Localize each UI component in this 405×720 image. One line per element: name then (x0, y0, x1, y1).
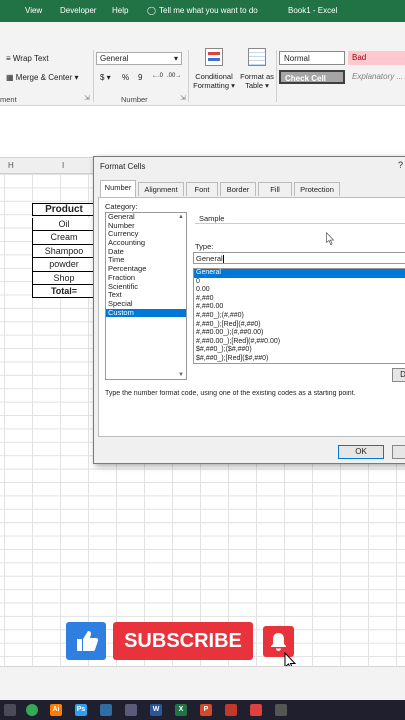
format-as-table-button[interactable]: Format as Table ▾ (238, 46, 276, 92)
alignment-group-label: ment (0, 95, 17, 104)
mouse-cursor-icon (326, 232, 335, 246)
category-label: Category: (105, 202, 138, 211)
list-item[interactable]: #,##0.00 (194, 303, 405, 312)
dialog-title: Format Cells (100, 162, 146, 171)
table-row[interactable]: Oil (32, 218, 96, 232)
photoshop-icon[interactable]: Ps (75, 704, 87, 716)
tab-fill[interactable]: Fill (258, 182, 292, 196)
list-item[interactable]: #,##0.00_);[Red](#,##0.00) (194, 338, 405, 347)
delete-button[interactable]: D (392, 368, 405, 382)
subscribe-button[interactable]: SUBSCRIBE (113, 622, 253, 660)
dialog-launcher-icon[interactable]: ⇲ (84, 94, 90, 102)
ribbon: ≡ Wrap Text ▦ Merge & Center ▾ ment ⇲ Ge… (0, 22, 405, 106)
help-icon[interactable]: ? (398, 160, 403, 170)
list-item[interactable]: #,##0_);(#,##0) (194, 312, 405, 321)
comma-button[interactable]: 9 (138, 73, 142, 82)
app-icon[interactable] (100, 704, 112, 716)
list-item[interactable]: #,##0 (194, 295, 405, 304)
style-normal[interactable]: Normal (279, 51, 345, 65)
table-icon (248, 48, 266, 66)
percent-button[interactable]: % (122, 73, 129, 82)
tab-alignment[interactable]: Alignment (138, 182, 184, 196)
dialog-launcher-icon[interactable]: ⇲ (180, 94, 186, 102)
tell-me-search[interactable]: Tell me what you want to do (159, 6, 258, 15)
tab-protection[interactable]: Protection (294, 182, 340, 196)
sheet-tabs-bar (0, 666, 405, 700)
category-list[interactable]: General Number Currency Accounting Date … (105, 212, 187, 380)
window-title: Book1 - Excel (288, 6, 338, 15)
tab-number[interactable]: Number (100, 180, 136, 197)
app-icon[interactable] (125, 704, 137, 716)
table-row[interactable]: Cream (32, 231, 96, 245)
list-item[interactable]: 0.00 (194, 286, 405, 295)
scroll-down-icon[interactable]: ▼ (178, 372, 184, 378)
taskbar: Ai Ps W X P (0, 700, 405, 720)
tab-border[interactable]: Border (220, 182, 256, 196)
type-input[interactable]: General (193, 252, 405, 264)
tab-font[interactable]: Font (186, 182, 218, 196)
description-text: Type the number format code, using one o… (105, 390, 356, 397)
number-tab-pane: Category: General Number Currency Accoun… (98, 197, 405, 437)
list-item[interactable]: $#,##0_);[Red]($#,##0) (194, 355, 405, 364)
word-icon[interactable]: W (150, 704, 162, 716)
app-icon[interactable] (275, 704, 287, 716)
table-row[interactable]: Shop (32, 271, 96, 285)
illustrator-icon[interactable]: Ai (50, 704, 62, 716)
style-explanatory[interactable]: Explanatory ... (348, 70, 405, 84)
list-item[interactable]: 0 (194, 278, 405, 287)
format-type-list[interactable]: General 0 0.00 #,##0 #,##0.00 #,##0_);(#… (193, 268, 405, 364)
list-item-selected[interactable]: General (194, 269, 405, 278)
formula-area (0, 106, 405, 158)
menu-developer[interactable]: Developer (60, 6, 96, 15)
list-item[interactable]: #,##0.00_);(#,##0.00) (194, 329, 405, 338)
like-button[interactable] (66, 622, 106, 660)
menu-view[interactable]: View (25, 6, 42, 15)
powerpoint-icon[interactable]: P (200, 704, 212, 716)
media-icon[interactable] (250, 704, 262, 716)
scroll-up-icon[interactable]: ▲ (178, 214, 184, 220)
pdf-icon[interactable] (225, 704, 237, 716)
cancel-button[interactable] (392, 445, 405, 459)
conditional-formatting-button[interactable]: Conditional Formatting ▾ (190, 46, 238, 92)
type-label: Type: (195, 242, 214, 251)
table-row[interactable]: powder (32, 258, 96, 272)
ok-button[interactable]: OK (338, 445, 384, 459)
column-header-i[interactable]: I (62, 161, 64, 170)
sample-label: Sample (199, 214, 225, 223)
style-bad[interactable]: Bad (348, 51, 405, 65)
start-icon[interactable] (4, 704, 16, 716)
merge-center-button[interactable]: ▦ Merge & Center ▾ (6, 73, 79, 82)
lightbulb-icon: ◯ (147, 6, 156, 15)
number-group-label: Number (121, 95, 148, 104)
menu-help[interactable]: Help (112, 6, 128, 15)
thumbs-up-icon (77, 631, 99, 651)
sample-box (195, 223, 405, 239)
table-header-product[interactable]: Product (32, 203, 96, 217)
style-check-cell[interactable]: Check Cell (279, 70, 345, 84)
list-item[interactable]: $#,##0_);($#,##0) (194, 346, 405, 355)
title-bar: View Developer Help ◯ Tell me what you w… (0, 0, 405, 22)
decrease-decimal-icon[interactable]: .00→ (167, 73, 181, 79)
list-item-selected[interactable]: Custom (106, 308, 186, 318)
format-cells-dialog: Format Cells ? Number Alignment Font Bor… (93, 156, 405, 464)
increase-decimal-icon[interactable]: ←.0 (152, 73, 163, 79)
currency-button[interactable]: $ ▾ (100, 73, 111, 82)
table-row[interactable]: Shampoo (32, 244, 96, 259)
table-total[interactable]: Total= (32, 285, 96, 299)
excel-icon[interactable]: X (175, 704, 187, 716)
chrome-icon[interactable] (26, 704, 38, 716)
number-format-select[interactable]: General ▾ (96, 52, 182, 65)
list-item[interactable]: #,##0_);[Red](#,##0) (194, 321, 405, 330)
wrap-text-button[interactable]: ≡ Wrap Text (6, 54, 49, 63)
column-header-h[interactable]: H (8, 161, 14, 170)
conditional-formatting-icon (205, 48, 223, 66)
